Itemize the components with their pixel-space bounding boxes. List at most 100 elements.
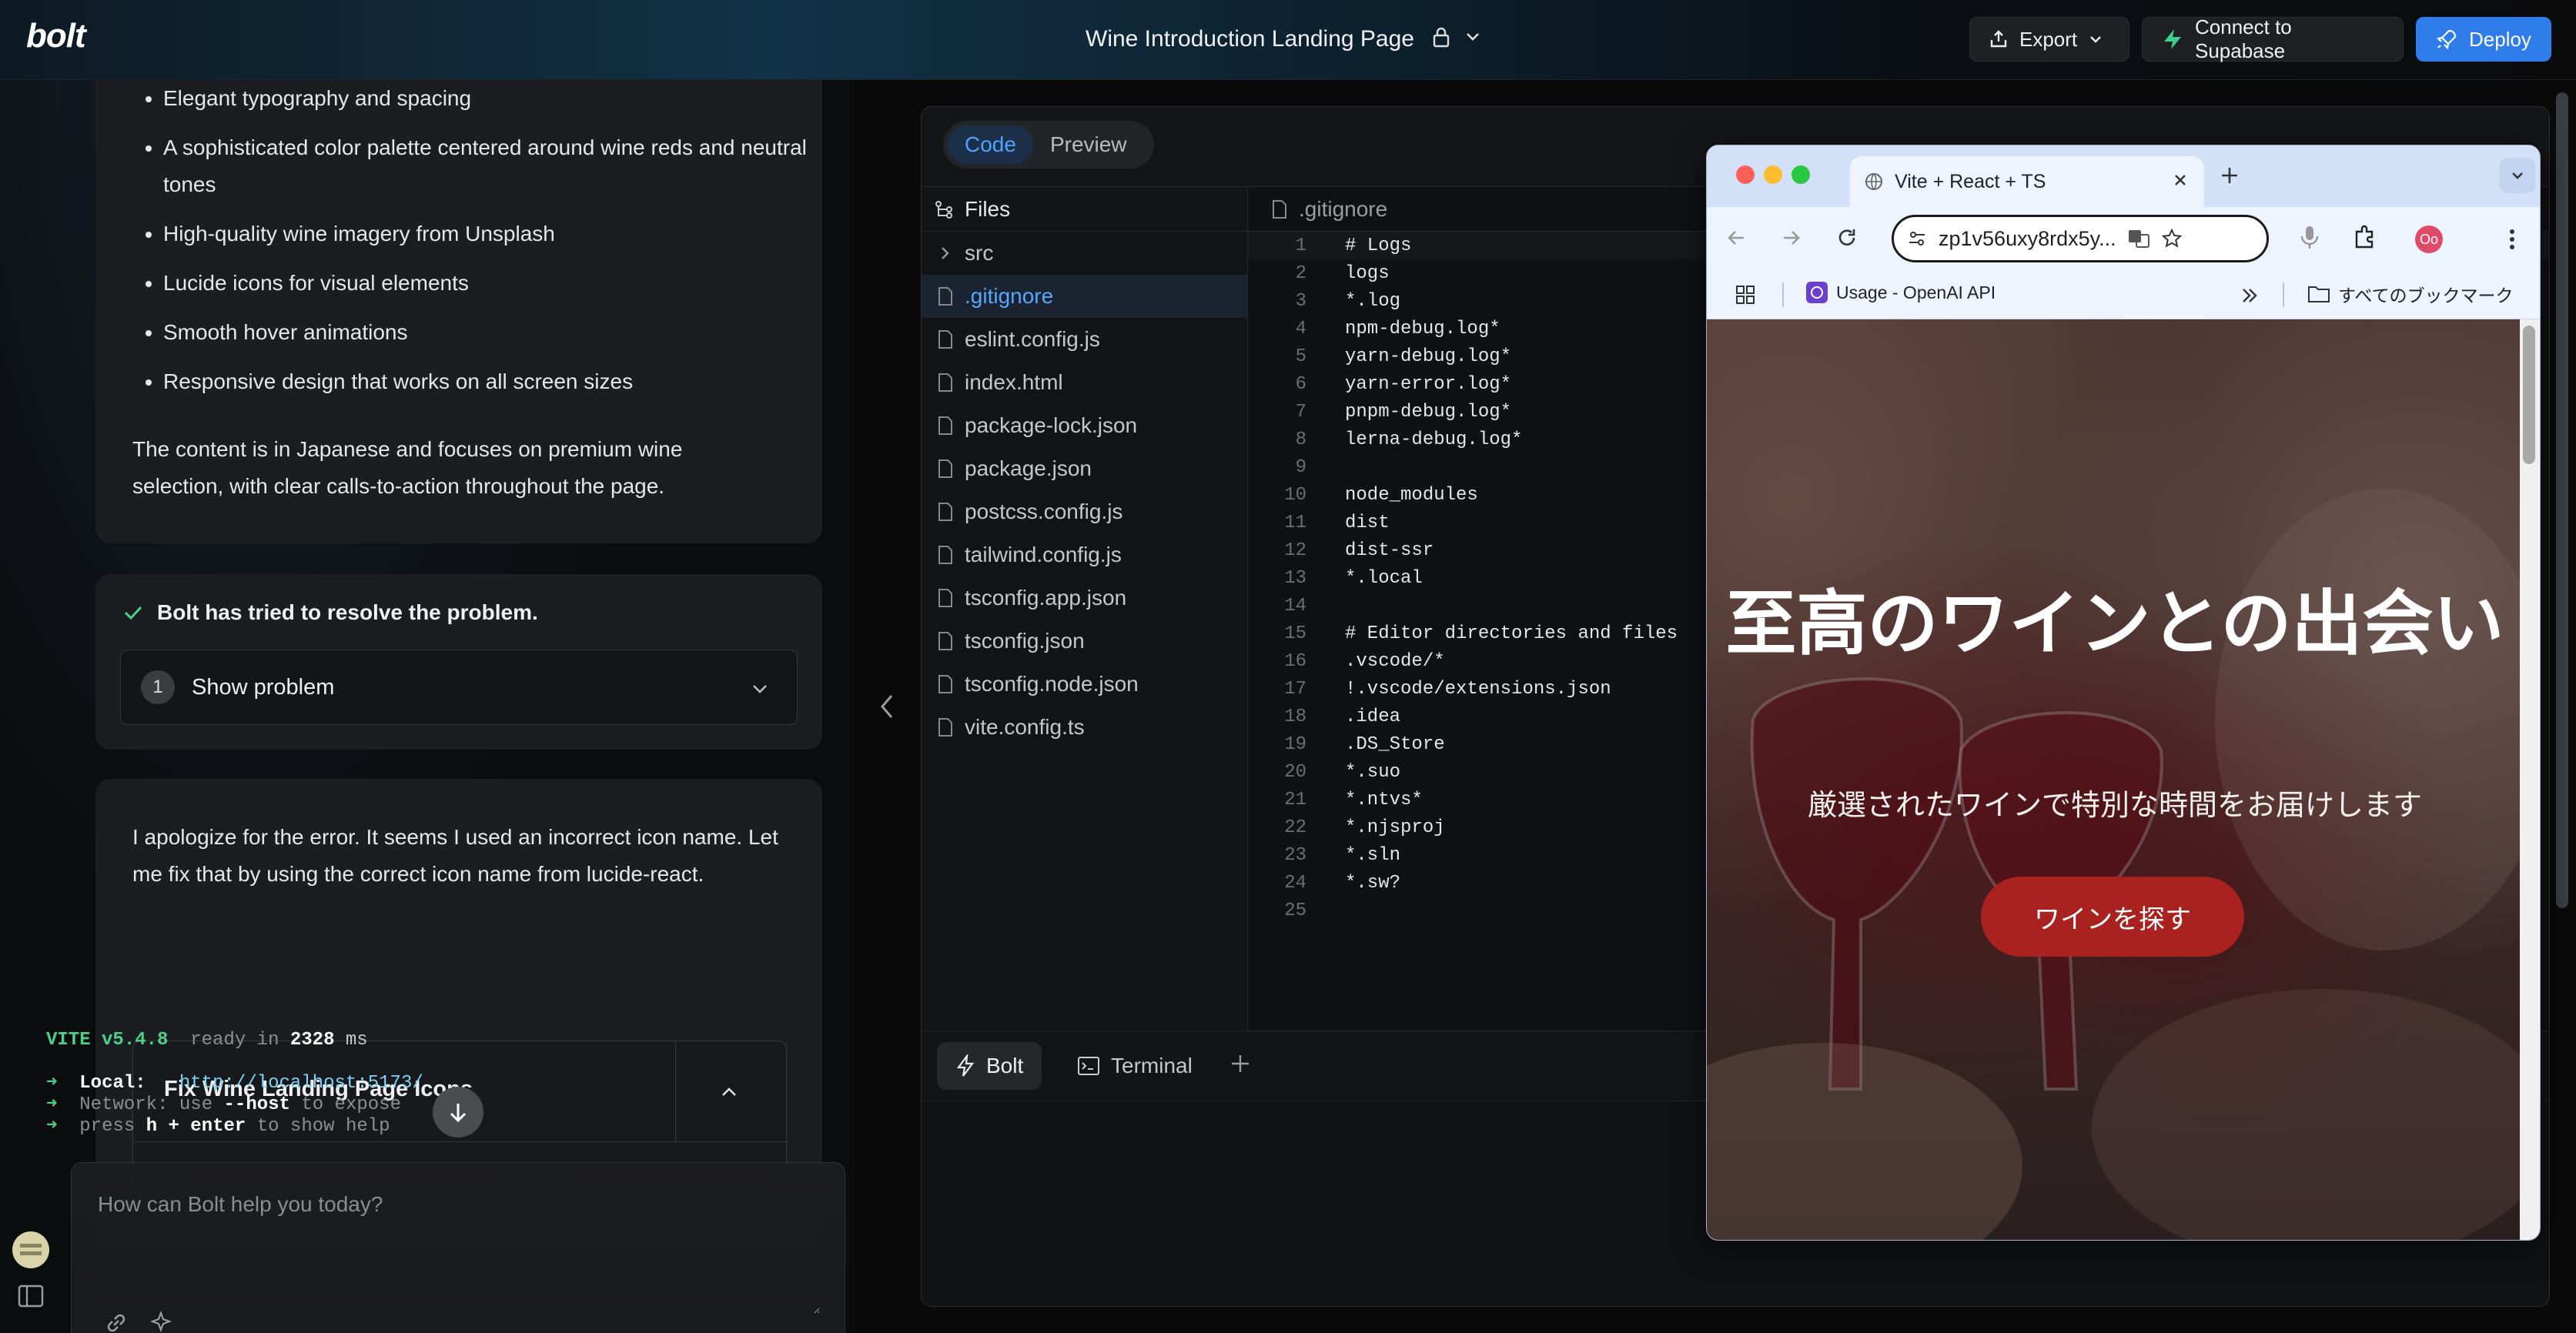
browser-tab-title: Vite + React + TS: [1895, 170, 2046, 192]
export-button[interactable]: Export: [1969, 17, 2129, 62]
profile-avatar[interactable]: Oo: [2415, 226, 2443, 253]
file-tree-item[interactable]: package-lock.json: [922, 404, 1247, 447]
terminal-output[interactable]: VITE v5.4.8 ready in 2328 ms ➜ Local: ht…: [46, 1030, 423, 1138]
sidebar-toggle-icon[interactable]: [17, 1284, 45, 1308]
hero-cta-button[interactable]: ワインを探す: [1981, 877, 2244, 957]
file-tree-item[interactable]: .gitignore: [922, 275, 1247, 318]
reload-icon[interactable]: [1835, 226, 1859, 250]
terminal-icon: [1078, 1057, 1099, 1075]
file-name: package.json: [965, 456, 1092, 480]
export-label: Export: [2019, 27, 2078, 51]
code-text: .DS_Store: [1345, 733, 1445, 755]
file-tree-item[interactable]: postcss.config.js: [922, 490, 1247, 533]
line-number: 7: [1295, 401, 1306, 423]
plus-icon[interactable]: [1228, 1051, 1253, 1076]
file-tree-item[interactable]: tsconfig.node.json: [922, 663, 1247, 706]
file-tree-item[interactable]: package.json: [922, 447, 1247, 490]
chevron-up-icon[interactable]: [718, 1081, 740, 1103]
prompt-input[interactable]: [96, 1191, 820, 1314]
forward-icon[interactable]: [1779, 226, 1804, 250]
chevron-down-icon[interactable]: [1463, 26, 1483, 46]
file-tree-item[interactable]: vite.config.ts: [922, 706, 1247, 749]
file-tree-item[interactable]: src: [922, 232, 1247, 275]
chevron-left-icon[interactable]: [876, 691, 898, 722]
browser-tab[interactable]: Vite + React + TS: [1850, 156, 2204, 207]
maximize-window-button[interactable]: [1791, 165, 1810, 184]
term-help-text1: press: [79, 1116, 135, 1137]
line-number: 8: [1295, 429, 1306, 450]
close-icon[interactable]: [2170, 170, 2190, 190]
term-network-label: Network:: [79, 1094, 169, 1115]
lock-icon[interactable]: [1432, 26, 1450, 48]
chevron-down-icon: [2512, 172, 2523, 179]
tab-preview[interactable]: Preview: [1033, 125, 1144, 164]
file-tree-item[interactable]: index.html: [922, 361, 1247, 404]
chat-panel: Elegant typography and spacing A sophist…: [0, 80, 855, 1333]
project-title[interactable]: Wine Introduction Landing Page: [1086, 26, 1414, 52]
file-name: tsconfig.node.json: [965, 672, 1139, 696]
scrollbar[interactable]: [2523, 326, 2535, 464]
tab-search-button[interactable]: [2500, 158, 2535, 193]
term-local-url[interactable]: http://localhost:5173/: [179, 1073, 423, 1094]
all-bookmarks-folder[interactable]: すべてのブックマーク: [2307, 281, 2513, 307]
minimize-window-button[interactable]: [1764, 165, 1782, 184]
line-number: 4: [1295, 318, 1306, 339]
file-icon: [938, 330, 952, 349]
term-network-text1: use: [179, 1094, 213, 1115]
code-text: *.sln: [1345, 844, 1401, 866]
more-vertical-icon[interactable]: [2503, 226, 2521, 253]
tab-terminal[interactable]: Terminal: [1062, 1042, 1208, 1090]
file-icon: [938, 503, 952, 521]
bookmarks-bar: Usage - OpenAI API すべてのブックマーク: [1707, 270, 2540, 319]
close-window-button[interactable]: [1736, 165, 1755, 184]
term-help-text2: to show help: [256, 1116, 390, 1137]
file-tree-item[interactable]: eslint.config.js: [922, 318, 1247, 361]
scroll-to-bottom-button[interactable]: [433, 1087, 483, 1138]
line-number: 18: [1284, 706, 1306, 727]
file-list: src .gitignore eslint.config.js index.html p…: [922, 232, 1247, 749]
line-number: 21: [1284, 789, 1306, 810]
file-tree-item[interactable]: tsconfig.app.json: [922, 576, 1247, 620]
chevron-right-icon: [942, 247, 949, 259]
term-vite: VITE: [46, 1030, 91, 1051]
bookmark-openai[interactable]: Usage - OpenAI API: [1805, 281, 1996, 304]
microphone-icon[interactable]: [2298, 224, 2321, 252]
hero-subtitle: 厳選されたワインで特別な時間をお届けします: [1807, 790, 2422, 822]
tab-code[interactable]: Code: [948, 125, 1033, 164]
address-bar[interactable]: zp1v56uxy8rdx5y...: [1892, 215, 2269, 262]
problem-count-badge: 1: [141, 670, 175, 704]
rocket-icon: [2436, 29, 2457, 50]
chevrons-right-icon[interactable]: [2240, 286, 2260, 306]
translate-icon[interactable]: [2127, 227, 2150, 250]
code-text: *.ntvs*: [1345, 789, 1423, 810]
plus-icon[interactable]: [2218, 164, 2241, 187]
extensions-icon[interactable]: [2352, 224, 2378, 250]
apps-grid-icon[interactable]: [1735, 284, 1756, 306]
divider: [675, 1041, 676, 1141]
sparkles-icon[interactable]: [149, 1309, 176, 1333]
file-icon: [938, 416, 952, 435]
share-icon: [1990, 30, 2007, 48]
url-text: zp1v56uxy8rdx5y...: [1939, 226, 2116, 250]
divider: [133, 1141, 788, 1142]
link-icon[interactable]: [102, 1309, 130, 1333]
scrollbar[interactable]: [2556, 92, 2568, 908]
star-icon[interactable]: [2161, 228, 2183, 249]
line-number: 2: [1295, 262, 1306, 284]
tab-bolt-terminal[interactable]: Bolt: [937, 1042, 1042, 1090]
code-text: dist-ssr: [1345, 540, 1434, 561]
site-settings-icon[interactable]: [1906, 228, 1928, 249]
file-name: .gitignore: [965, 284, 1054, 308]
list-item: Lucide icons for visual elements: [163, 265, 822, 302]
show-problem-button[interactable]: 1 Show problem: [120, 650, 798, 725]
bolt-tab-label: Bolt: [986, 1054, 1024, 1077]
connect-supabase-button[interactable]: Connect to Supabase: [2142, 15, 2404, 62]
bolt-logo[interactable]: bolt: [26, 17, 86, 55]
folder-icon: [2308, 286, 2330, 302]
line-number: 16: [1284, 650, 1306, 672]
back-icon[interactable]: [1724, 226, 1748, 250]
file-tree-item[interactable]: tailwind.config.js: [922, 533, 1247, 576]
file-tree-item[interactable]: tsconfig.json: [922, 620, 1247, 663]
deploy-button[interactable]: Deploy: [2416, 17, 2551, 62]
avatar[interactable]: [12, 1231, 49, 1268]
